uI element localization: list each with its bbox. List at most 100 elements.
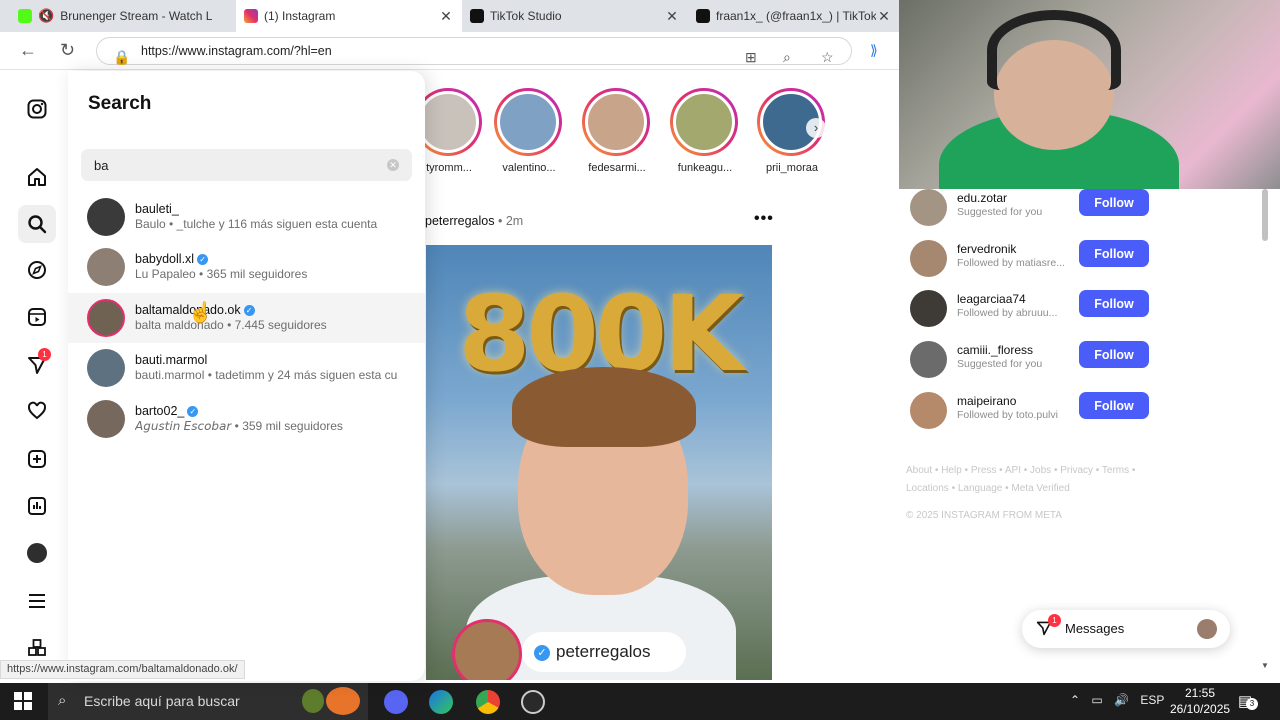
suggestion-row: leagarciaa74 Followed by abruuu... Follo… xyxy=(910,288,1155,328)
post-image[interactable]: 800K peterregalos ✓ xyxy=(426,245,772,680)
windows-start-icon[interactable] xyxy=(14,692,32,710)
suggestion-avatar[interactable] xyxy=(910,240,947,277)
browser-tab-tiktok-profile[interactable]: fraan1x_ (@fraan1x_) | TikTok ✕ xyxy=(688,0,900,32)
result-avatar xyxy=(87,400,125,438)
post-tag-avatar xyxy=(452,619,522,680)
result-subtitle: 𝘈𝘨𝘶𝘴𝘵𝘪𝘯 𝘌𝘴𝘤𝘰𝘣𝘢𝘳 • 359 mil seguidores xyxy=(135,419,343,433)
reload-icon[interactable]: ↻ xyxy=(60,40,75,61)
read-aloud-icon[interactable]: ⟫ xyxy=(870,42,878,59)
chevron-up-icon[interactable]: ⌃ xyxy=(1070,693,1080,707)
search-result[interactable]: babydoll.xl ✓ Lu Papaleo • 365 mil seguid… xyxy=(68,242,425,292)
address-bar[interactable]: 🔒 https://www.instagram.com/?hl=en ⊞ ⌕ ☆ xyxy=(96,37,852,65)
suggestion-avatar[interactable] xyxy=(910,392,947,429)
follow-button[interactable]: Follow xyxy=(1079,290,1149,317)
story-username: funkeagu... xyxy=(677,162,733,174)
also-from-meta-icon[interactable] xyxy=(24,635,50,661)
browser-toolbar: ← ↻ 🔒 https://www.instagram.com/?hl=en ⊞… xyxy=(0,32,900,70)
obs-app-icon[interactable] xyxy=(521,690,545,714)
post-tag-text: peterregalos xyxy=(556,642,651,661)
post-author[interactable]: peterregalos xyxy=(425,214,495,228)
search-result[interactable]: bauleti_ Baulo • _tulche y 116 más sigue… xyxy=(68,192,425,242)
discord-app-icon[interactable] xyxy=(384,690,408,714)
messages-icon[interactable]: 1 xyxy=(24,348,51,378)
follow-button[interactable]: Follow xyxy=(1079,392,1149,419)
suggestion-avatar[interactable] xyxy=(910,189,947,226)
suggestion-avatar[interactable] xyxy=(910,290,947,327)
messages-pill[interactable]: 1 Messages xyxy=(1022,610,1230,648)
suggestion-username[interactable]: camiii._floress xyxy=(957,343,1033,357)
stories-next-chevron-icon[interactable]: › xyxy=(806,118,826,138)
result-username: bauti.marmol xyxy=(135,353,208,367)
post-image-hair xyxy=(512,367,696,447)
taskbar-clock[interactable]: 21:55 26/10/2025 xyxy=(1170,685,1230,717)
back-arrow-icon[interactable]: ← xyxy=(19,40,37,61)
profile-avatar-icon[interactable] xyxy=(24,540,50,566)
search-result[interactable]: bauti.marmol bauti.marmol • tadetimm y 2… xyxy=(68,343,425,393)
story-item[interactable]: valentino... xyxy=(494,88,566,174)
follow-button[interactable]: Follow xyxy=(1079,189,1149,216)
tab-title: TikTok Studio xyxy=(490,9,562,23)
close-tab-icon[interactable]: ✕ xyxy=(438,8,454,25)
explore-icon[interactable] xyxy=(24,257,50,283)
suggestion-username[interactable]: edu.zotar xyxy=(957,191,1007,205)
search-icon[interactable] xyxy=(18,205,56,243)
search-result[interactable]: baltamaldonado.ok ✓ balta maldonado • 7.4… xyxy=(68,293,425,343)
result-avatar xyxy=(87,248,125,286)
clear-search-icon[interactable]: ✕ xyxy=(387,159,399,171)
result-subtitle: Baulo • _tulche y 116 más siguen esta cu… xyxy=(135,217,378,231)
reels-icon[interactable] xyxy=(24,304,50,330)
story-item[interactable]: funkeagu... xyxy=(670,88,742,174)
close-tab-icon[interactable]: ✕ xyxy=(876,8,892,25)
suggestion-avatar[interactable] xyxy=(910,341,947,378)
favorite-star-icon[interactable]: ☆ xyxy=(821,44,834,70)
chrome-app-icon[interactable] xyxy=(476,690,500,714)
edge-app-icon[interactable] xyxy=(429,690,453,714)
home-icon[interactable] xyxy=(24,164,50,190)
story-item[interactable]: fedesarmi... xyxy=(582,88,654,174)
language-indicator[interactable]: ESP xyxy=(1140,693,1164,707)
windows-taskbar: Escribe aquí para buscar ⌕ ⌃ ▭ 🔊 ESP 21:… xyxy=(0,683,1280,720)
messages-count-badge: 1 xyxy=(1048,614,1061,627)
volume-icon[interactable]: 🔊 xyxy=(1114,693,1129,707)
result-avatar xyxy=(87,299,125,337)
search-result[interactable]: barto02_ ✓ 𝘈𝘨𝘶𝘴𝘵𝘪𝘯 𝘌𝘴𝘤𝘰𝘣𝘢𝘳 • 359 mil segu… xyxy=(68,394,425,444)
url-text: https://www.instagram.com/?hl=en xyxy=(141,44,332,58)
hand-cursor-icon: ☝ xyxy=(188,302,213,324)
messages-avatar xyxy=(1197,619,1217,639)
instagram-icon[interactable] xyxy=(24,96,50,122)
muted-speaker-icon[interactable]: 🔇 xyxy=(38,8,54,24)
browser-tab-tiktok-studio[interactable]: TikTok Studio ✕ xyxy=(462,0,688,32)
footer-links[interactable]: About • Help • Press • API • Jobs • Priv… xyxy=(906,462,1146,498)
page-scrollbar[interactable] xyxy=(1262,189,1268,241)
result-subtitle: bauti.marmol • tadetimm y 24 más siguen … xyxy=(135,368,398,382)
story-avatar xyxy=(497,91,559,153)
tab-title: fraan1x_ (@fraan1x_) | TikTok xyxy=(716,9,876,23)
suggestion-username[interactable]: maipeirano xyxy=(957,394,1016,408)
browser-tab-kick[interactable]: 🔇 Brunenger Stream - Watch L xyxy=(10,0,236,32)
search-input[interactable] xyxy=(81,149,412,181)
follow-button[interactable]: Follow xyxy=(1079,341,1149,368)
more-menu-icon[interactable] xyxy=(24,588,50,614)
browser-tab-instagram[interactable]: (1) Instagram ✕ xyxy=(236,0,462,32)
webcam-overlay xyxy=(899,0,1280,189)
notification-center-icon[interactable]: ▤ 3 xyxy=(1238,692,1258,710)
suggestion-username[interactable]: fervedronik xyxy=(957,242,1016,256)
create-plus-icon[interactable] xyxy=(24,446,50,472)
suggestion-username[interactable]: leagarciaa74 xyxy=(957,292,1026,306)
post-options-icon[interactable]: ••• xyxy=(754,210,774,228)
suggestion-subtitle: Followed by toto.pulvi xyxy=(957,409,1058,421)
network-icon[interactable]: ▭ xyxy=(1091,693,1102,707)
suggestion-subtitle: Suggested for you xyxy=(957,206,1043,218)
suggestion-row: fervedronik Followed by matiasre... Foll… xyxy=(910,238,1155,278)
scroll-down-arrow-icon[interactable]: ▼ xyxy=(1261,661,1269,670)
app-grid-icon[interactable]: ⊞ xyxy=(745,44,757,70)
tiktok-logo-icon xyxy=(470,9,484,23)
zoom-icon[interactable]: ⌕ xyxy=(783,44,791,70)
lock-icon[interactable]: 🔒 xyxy=(113,44,130,70)
follow-button[interactable]: Follow xyxy=(1079,240,1149,267)
footer-copyright: © 2025 INSTAGRAM FROM META xyxy=(906,510,1062,521)
notifications-heart-icon[interactable] xyxy=(24,398,50,424)
dashboard-icon[interactable] xyxy=(24,493,50,519)
result-username: bauleti_ xyxy=(135,202,179,216)
close-tab-icon[interactable]: ✕ xyxy=(664,8,680,25)
